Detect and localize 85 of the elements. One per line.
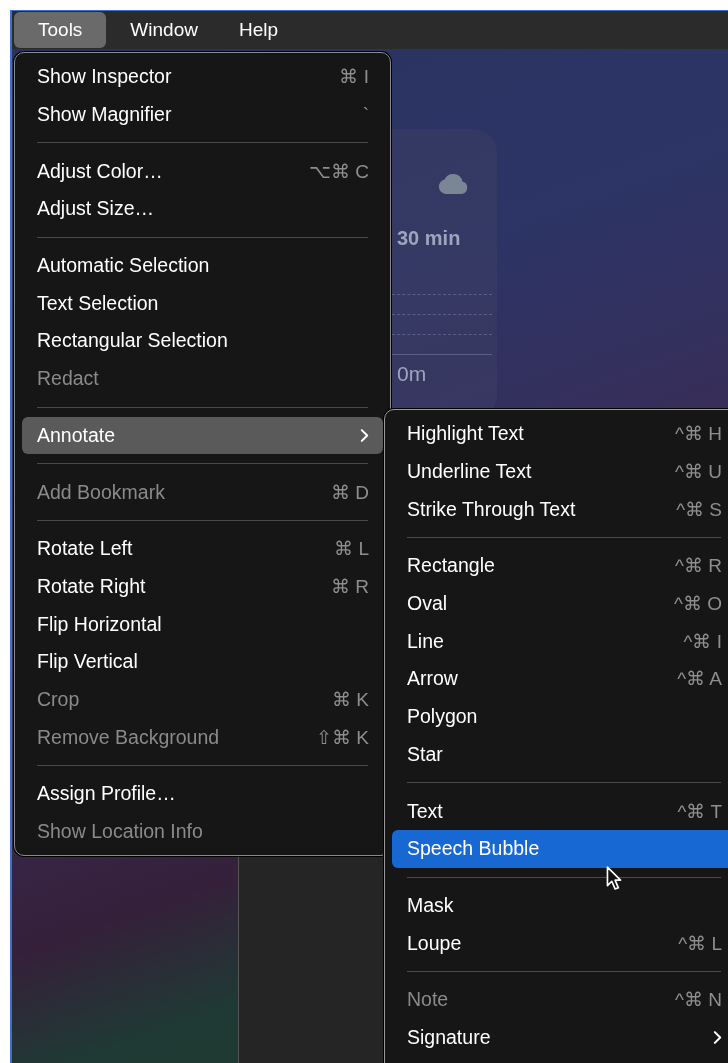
menu-item-label: Automatic Selection — [37, 254, 211, 278]
menu-item[interactable]: Mask — [392, 886, 728, 925]
menu-bar-item[interactable]: Help — [214, 12, 295, 48]
menu-item[interactable]: Show Inspector ⌘ I — [22, 58, 383, 96]
menu-item-label: Highlight Text — [407, 422, 525, 446]
menu-item-label: Remove Background — [37, 725, 221, 749]
keyboard-shortcut: ⌘ I — [339, 65, 369, 89]
menu-item[interactable]: Highlight Text ^⌘ H — [392, 415, 728, 453]
menu-item[interactable]: Flip Vertical — [22, 642, 383, 681]
menu-item-label: Rotate Right — [37, 574, 147, 598]
menu-item[interactable]: Rotate Right ⌘ R — [22, 567, 383, 606]
menu-item[interactable]: Line ^⌘ I — [392, 622, 728, 661]
menu-item-label: Rotate Left — [37, 537, 134, 561]
keyboard-shortcut: ^⌘ H — [675, 422, 722, 446]
menu-item[interactable]: Signature — [392, 1018, 728, 1057]
menu-item[interactable]: Arrow ^⌘ A — [392, 660, 728, 698]
menu-item[interactable]: Assign Profile… — [22, 775, 383, 813]
keyboard-shortcut: ⌘ D — [331, 480, 369, 504]
menu-item-label: Strike Through Text — [407, 497, 577, 521]
menu-item-label: Crop — [37, 687, 81, 711]
menu-item[interactable]: Loupe ^⌘ L — [392, 924, 728, 962]
menu-item-label: Arrow — [407, 667, 459, 691]
keyboard-shortcut: ^⌘ A — [677, 667, 722, 691]
menu-item-label: Polygon — [407, 705, 479, 729]
menu-item-label: Show Location Info — [37, 820, 204, 844]
menu-item[interactable]: Text ^⌘ T — [392, 792, 728, 830]
duration-text: 30 min — [397, 227, 461, 250]
menu-item-label: Signature — [407, 1025, 492, 1049]
menu-item[interactable]: Rectangle ^⌘ R — [392, 547, 728, 585]
menu-item-label: Mask — [407, 893, 455, 917]
menu-item-label: Annotate — [37, 423, 117, 447]
keyboard-shortcut: ^⌘ S — [676, 497, 722, 521]
menu-item[interactable]: Automatic Selection — [22, 246, 383, 285]
menu-item-label: Add Bookmark — [37, 480, 166, 504]
menu-item[interactable]: Speech Bubble — [392, 829, 728, 868]
menu-item-label: Show Magnifier — [37, 103, 173, 127]
menu-item[interactable]: Adjust Size… — [22, 190, 383, 228]
keyboard-shortcut: ⌥⌘ C — [309, 159, 369, 183]
keyboard-shortcut: ^⌘ T — [677, 799, 722, 823]
menu-item-label: Speech Bubble — [407, 837, 541, 861]
menu-item-label: Oval — [407, 592, 449, 616]
menu-item-label: Text — [407, 799, 444, 823]
menu-item-label: Flip Horizontal — [37, 612, 163, 636]
keyboard-shortcut: ^⌘ R — [675, 554, 722, 578]
keyboard-shortcut: ` — [362, 103, 369, 126]
keyboard-shortcut: ⌘ K — [332, 687, 369, 711]
keyboard-shortcut: ^⌘ I — [683, 629, 722, 653]
menu-item-label: Assign Profile… — [37, 782, 177, 806]
menu-item-label: Rectangle — [407, 554, 496, 578]
keyboard-shortcut: ^⌘ U — [675, 460, 722, 484]
menu-item-label: Underline Text — [407, 460, 533, 484]
menu-item-label: Rectangular Selection — [37, 329, 229, 353]
menu-item[interactable]: Rectangular Selection — [22, 322, 383, 360]
menu-item-label: Adjust Color… — [37, 159, 164, 183]
distance-text: 0m — [397, 362, 427, 386]
keyboard-shortcut: ^⌘ L — [678, 931, 722, 955]
cloud-icon — [437, 173, 469, 194]
menu-item-label: Loupe — [407, 931, 463, 955]
menu-item[interactable]: Adjust Color… ⌥⌘ C — [22, 152, 383, 191]
menu-item-label: Redact — [37, 367, 100, 391]
menu-item[interactable]: Star — [392, 735, 728, 774]
menu-item[interactable]: Oval ^⌘ O — [392, 584, 728, 623]
menu-item[interactable]: Flip Horizontal — [22, 605, 383, 643]
keyboard-shortcut: ^⌘ O — [674, 592, 722, 616]
menu-item-label: Adjust Size… — [37, 197, 156, 221]
menu-item[interactable]: Rotate Left ⌘ L — [22, 529, 383, 568]
menu-item[interactable]: Underline Text ^⌘ U — [392, 452, 728, 491]
menu-item-label: Line — [407, 629, 445, 653]
keyboard-shortcut: ^⌘ N — [675, 988, 722, 1012]
menu-item-label: Show Inspector — [37, 65, 173, 89]
keyboard-shortcut: ⇧⌘ K — [316, 725, 369, 749]
menu-bar-item[interactable]: Window — [106, 12, 215, 48]
menu-item-label: Flip Vertical — [37, 650, 139, 674]
menu-item-label: Note — [407, 988, 450, 1012]
menu-item-label: Text Selection — [37, 291, 160, 315]
keyboard-shortcut: ⌘ R — [331, 574, 369, 598]
mouse-pointer-icon — [606, 866, 622, 890]
keyboard-shortcut: ⌘ L — [334, 537, 369, 561]
menu-item[interactable]: Annotate — [22, 416, 383, 455]
menu-item[interactable]: Polygon — [392, 697, 728, 736]
menu-item-label: Star — [407, 742, 444, 766]
menu-item[interactable]: Show Magnifier ` — [22, 95, 383, 134]
menu-item[interactable]: Text Selection — [22, 284, 383, 323]
menu-item[interactable]: Strike Through Text ^⌘ S — [392, 490, 728, 529]
menu-bar-item[interactable]: Tools — [14, 12, 107, 48]
